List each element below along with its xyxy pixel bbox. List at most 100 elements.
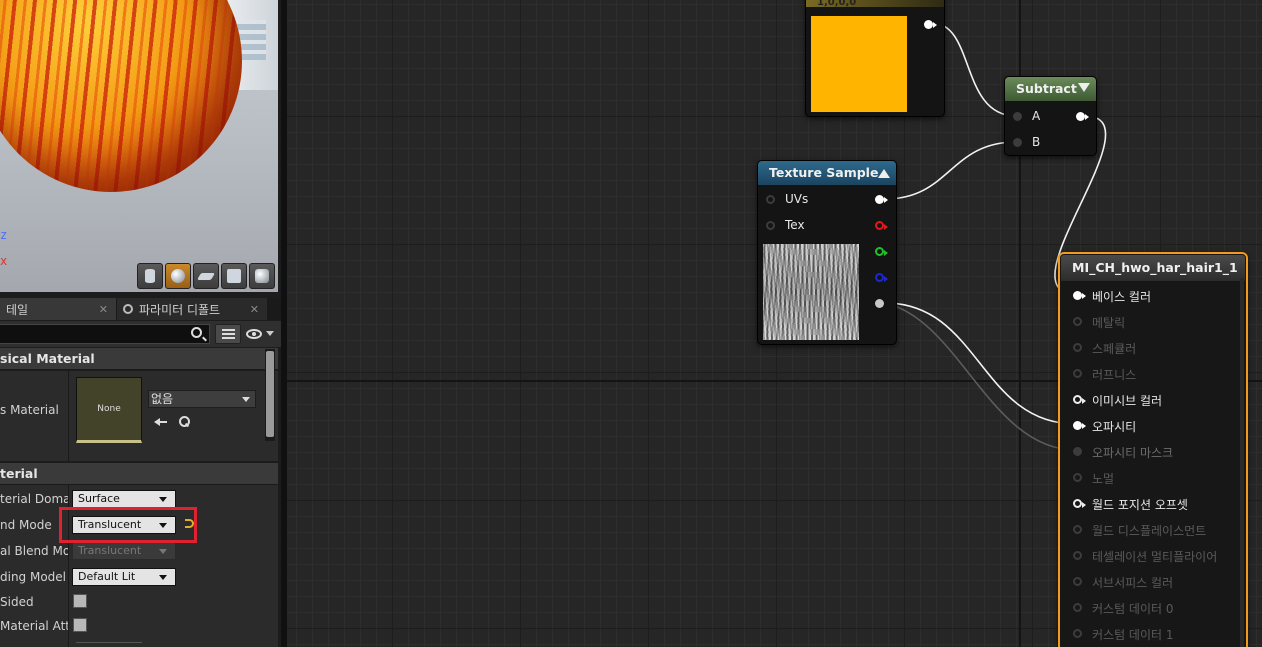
- plane-icon: [196, 272, 216, 280]
- scrollbar-thumb[interactable]: [266, 351, 274, 437]
- custom-mesh-preview-button[interactable]: [249, 263, 275, 289]
- asset-thumbnail-text: None: [97, 404, 121, 414]
- sphere-icon: [171, 269, 185, 283]
- material-input-pin[interactable]: [1073, 499, 1086, 508]
- left-panel: z x 테일 ✕ 파라미터 디폴트 ✕ sical Material s Mat…: [0, 0, 281, 647]
- material-input-label: 월드 포지션 오프셋: [1092, 498, 1188, 512]
- plane-preview-button[interactable]: [193, 263, 219, 289]
- chevron-down-icon: [159, 575, 167, 580]
- chevron-down-icon: [159, 497, 167, 502]
- material-input-label: 베이스 컬러: [1092, 290, 1152, 304]
- material-input-pin[interactable]: [1073, 551, 1082, 560]
- close-icon[interactable]: ✕: [99, 303, 108, 316]
- subtract-input-b-pin[interactable]: [1013, 138, 1022, 147]
- tab-details[interactable]: 테일 ✕: [0, 298, 116, 320]
- material-input-pin[interactable]: [1073, 317, 1082, 326]
- panel-tabs: 테일 ✕ 파라미터 디폴트 ✕: [0, 298, 281, 320]
- material-domain-value: Surface: [78, 492, 120, 505]
- alpha-output-pin[interactable]: [875, 299, 884, 308]
- material-input-pin[interactable]: [1073, 629, 1082, 638]
- constant-color-node[interactable]: 1,0,0,0: [805, 0, 945, 117]
- constant-node-header: 1,0,0,0: [806, 0, 944, 8]
- cube-preview-button[interactable]: [221, 263, 247, 289]
- chevron-down-icon: [242, 397, 250, 402]
- search-icon[interactable]: [190, 326, 206, 342]
- subtract-node-header: Subtract: [1005, 77, 1096, 101]
- tex-input-pin[interactable]: [766, 221, 775, 230]
- material-domain-dropdown[interactable]: Surface: [72, 490, 176, 508]
- material-input-label: 커스텀 데이터 1: [1092, 628, 1174, 642]
- material-attributes-checkbox[interactable]: [73, 618, 87, 632]
- material-input-label: 노멀: [1092, 472, 1115, 486]
- collapse-triangle-icon[interactable]: [1078, 83, 1090, 92]
- material-category[interactable]: terial: [0, 463, 278, 485]
- material-result-node[interactable]: MI_CH_hwo_har_hair1_1 베이스 컬러 메탈릭 스페큘러 러프니스 이…: [1058, 252, 1248, 647]
- two-sided-label: Sided: [0, 595, 34, 609]
- material-input-pin[interactable]: [1073, 369, 1082, 378]
- material-preview-viewport[interactable]: z x: [0, 0, 278, 292]
- material-input-pin[interactable]: [1073, 603, 1082, 612]
- close-icon[interactable]: ✕: [250, 303, 259, 316]
- subtract-output-pin[interactable]: [1076, 112, 1089, 121]
- decal-blend-mode-dropdown: Translucent: [72, 542, 176, 560]
- subtract-input-a-pin[interactable]: [1013, 112, 1022, 121]
- tab-parameter-defaults[interactable]: 파라미터 디폴트 ✕: [117, 298, 267, 320]
- subtract-input-b-label: B: [1032, 135, 1041, 149]
- physical-material-category[interactable]: sical Material: [0, 348, 278, 370]
- subtract-input-a-label: A: [1032, 109, 1041, 123]
- cylinder-preview-button[interactable]: [137, 263, 163, 289]
- material-input-pin[interactable]: [1073, 447, 1082, 456]
- column-divider: [68, 371, 69, 461]
- property-matrix-button[interactable]: [215, 324, 241, 344]
- blue-output-pin[interactable]: [875, 273, 888, 282]
- rgb-output-pin[interactable]: [875, 195, 888, 204]
- material-input-label: 커스텀 데이터 0: [1092, 602, 1174, 616]
- material-input-pin[interactable]: [1073, 525, 1082, 534]
- details-search-row: [0, 321, 281, 347]
- material-input-pin[interactable]: [1073, 343, 1082, 352]
- constant-output-pin[interactable]: [924, 20, 937, 29]
- material-input-label: 월드 디스플레이스먼트: [1092, 524, 1207, 538]
- shading-model-dropdown[interactable]: Default Lit: [72, 568, 176, 586]
- material-attributes-label: Material Attri: [0, 619, 68, 633]
- subtract-node[interactable]: Subtract A B: [1004, 76, 1097, 156]
- tex-label: Tex: [785, 218, 805, 232]
- view-options-button[interactable]: [244, 326, 278, 342]
- material-input-label: 서브서피스 컬러: [1092, 576, 1174, 590]
- preview-shape-toolbar: [137, 263, 275, 289]
- material-input-pin[interactable]: [1073, 473, 1082, 482]
- material-input-pin[interactable]: [1073, 421, 1086, 430]
- two-sided-checkbox[interactable]: [73, 594, 87, 608]
- texture-sample-title: Texture Sample: [769, 165, 879, 180]
- sphere-preview-button[interactable]: [165, 263, 191, 289]
- material-input-pin[interactable]: [1073, 291, 1086, 300]
- search-icon: [123, 304, 133, 314]
- details-scrollbar[interactable]: [265, 349, 275, 441]
- material-input-label: 테셀레이션 멀티플라이어: [1092, 550, 1218, 564]
- green-output-pin[interactable]: [875, 247, 888, 256]
- material-input-label: 이미시브 컬러: [1092, 394, 1163, 408]
- asset-picker-combo[interactable]: 없음: [148, 390, 256, 408]
- texture-preview-thumbnail: [763, 244, 859, 340]
- collapse-triangle-icon[interactable]: [878, 169, 890, 178]
- use-selected-arrow-icon[interactable]: [154, 416, 168, 428]
- constant-color-swatch: [811, 16, 907, 112]
- material-input-label: 오파시티: [1092, 420, 1137, 434]
- material-node-title: MI_CH_hwo_har_hair1_1: [1072, 260, 1238, 275]
- material-input-label: 러프니스: [1092, 368, 1137, 382]
- asset-picker-value: 없음: [151, 392, 174, 406]
- property-row-two-sided: Sided: [0, 589, 278, 615]
- blend-mode-label: nd Mode: [0, 518, 52, 532]
- next-property-edge: [76, 642, 142, 647]
- axis-x-label: x: [0, 254, 8, 268]
- browse-search-icon[interactable]: [178, 416, 190, 428]
- asset-thumbnail[interactable]: None: [76, 377, 142, 443]
- details-search-input[interactable]: [0, 324, 210, 344]
- texture-sample-node[interactable]: Texture Sample UVs Tex: [757, 160, 897, 345]
- uvs-input-pin[interactable]: [766, 195, 775, 204]
- material-input-pin[interactable]: [1073, 395, 1086, 404]
- tab-details-label: 테일: [6, 302, 29, 317]
- red-output-pin[interactable]: [875, 221, 888, 230]
- material-input-pin[interactable]: [1073, 577, 1082, 586]
- texture-sample-header: Texture Sample: [758, 161, 896, 185]
